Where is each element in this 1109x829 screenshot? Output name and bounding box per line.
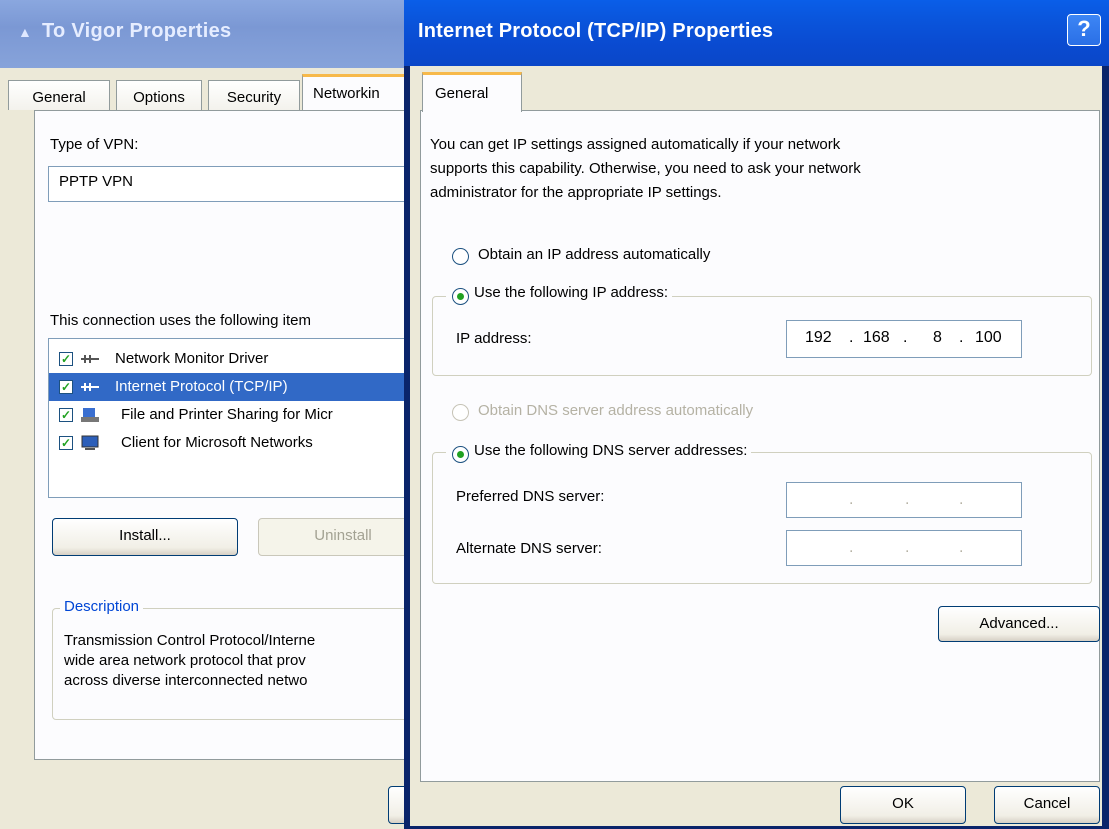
dialog-title: Internet Protocol (TCP/IP) Properties — [418, 20, 774, 42]
ok-button[interactable]: OK — [840, 786, 966, 824]
ip-octet: 192 — [805, 329, 832, 346]
alternate-dns-label: Alternate DNS server: — [456, 540, 602, 557]
help-icon[interactable]: ? — [1067, 14, 1101, 46]
vpn-properties-title-bar[interactable]: ▲ To Vigor Properties — [0, 0, 420, 68]
dialog-body: General You can get IP settings assigned… — [410, 66, 1102, 826]
list-item[interactable]: ✓ File and Printer Sharing for Micr — [49, 401, 419, 429]
checkbox[interactable]: ✓ — [59, 352, 73, 366]
checkbox[interactable]: ✓ — [59, 408, 73, 422]
tab-general[interactable]: General — [422, 72, 522, 112]
list-item-label: Internet Protocol (TCP/IP) — [115, 378, 288, 395]
tab-security[interactable]: Security — [208, 80, 300, 110]
checkbox[interactable]: ✓ — [59, 380, 73, 394]
tab-general[interactable]: General — [8, 80, 110, 110]
description-line: across diverse interconnected netwo — [64, 672, 308, 689]
list-item-label: Network Monitor Driver — [115, 350, 269, 367]
list-item[interactable]: ✓ Network Monitor Driver — [49, 345, 419, 373]
components-list[interactable]: ✓ Network Monitor Driver ✓ Internet Prot… — [48, 338, 420, 498]
ip-auto-label[interactable]: Obtain an IP address automatically — [478, 246, 710, 263]
vpn-type-label: Type of VPN: — [50, 136, 139, 153]
description-title: Description — [60, 598, 144, 615]
dns-dot: . — [959, 491, 964, 508]
cancel-button[interactable]: Cancel — [994, 786, 1100, 824]
list-item[interactable]: ✓ Client for Microsoft Networks — [49, 429, 419, 457]
intro-line: supports this capability. Otherwise, you… — [430, 160, 861, 177]
dns-auto-label[interactable]: Obtain DNS server address automatically — [478, 402, 753, 419]
ip-octet: 8 — [933, 329, 942, 346]
dns-manual-label[interactable]: Use the following DNS server addresses: — [446, 442, 752, 459]
ip-address-input[interactable]: 192 . 168 . 8 . 100 — [786, 320, 1022, 358]
dns-dot: . — [905, 491, 910, 508]
description-line: wide area network protocol that prov — [64, 652, 306, 669]
printer-sharing-icon — [81, 408, 99, 422]
dns-manual-radio[interactable] — [452, 446, 469, 463]
vpn-properties-window: ▲ To Vigor Properties General Options Se… — [0, 0, 432, 829]
advanced-button[interactable]: Advanced... — [938, 606, 1100, 642]
ip-octet: 168 — [863, 329, 890, 346]
list-item[interactable]: ✓ Internet Protocol (TCP/IP) — [49, 373, 419, 401]
tcpip-title-bar[interactable]: Internet Protocol (TCP/IP) Properties ? — [404, 0, 1109, 66]
checkbox[interactable]: ✓ — [59, 436, 73, 450]
alternate-dns-input[interactable]: . . . — [786, 530, 1022, 566]
description-line: Transmission Control Protocol/Interne — [64, 632, 316, 649]
ip-octet: 100 — [975, 329, 1002, 346]
dns-dot: . — [959, 539, 964, 556]
dns-dot: . — [849, 539, 854, 556]
uninstall-button[interactable]: Uninstall — [258, 518, 428, 556]
dns-dot: . — [905, 539, 910, 556]
ip-dot: . — [959, 329, 964, 346]
dns-dot: . — [849, 491, 854, 508]
network-component-icon — [81, 355, 99, 363]
vpn-type-select[interactable]: PPTP VPN — [48, 166, 420, 202]
computer-icon — [81, 435, 99, 450]
ip-manual-label[interactable]: Use the following IP address: — [446, 284, 672, 301]
list-item-label: File and Printer Sharing for Micr — [121, 406, 333, 423]
intro-line: You can get IP settings assigned automat… — [430, 136, 841, 153]
intro-line: administrator for the appropriate IP set… — [430, 184, 722, 201]
items-label: This connection uses the following item — [50, 312, 311, 329]
network-component-icon — [81, 383, 99, 391]
dns-auto-radio[interactable] — [452, 404, 469, 421]
preferred-dns-label: Preferred DNS server: — [456, 488, 605, 505]
ip-manual-radio[interactable] — [452, 288, 469, 305]
ip-dot: . — [903, 329, 908, 346]
tab-networking[interactable]: Networkin — [302, 74, 420, 111]
install-button[interactable]: Install... — [52, 518, 238, 556]
ip-auto-radio[interactable] — [452, 248, 469, 265]
connection-icon: ▲ — [18, 24, 32, 40]
preferred-dns-input[interactable]: . . . — [786, 482, 1022, 518]
tab-options[interactable]: Options — [116, 80, 202, 110]
ip-dot: . — [849, 329, 854, 346]
vpn-properties-title: To Vigor Properties — [42, 20, 232, 42]
ip-address-label: IP address: — [456, 330, 532, 347]
tcpip-properties-dialog: Internet Protocol (TCP/IP) Properties ? … — [404, 0, 1109, 829]
list-item-label: Client for Microsoft Networks — [121, 434, 313, 451]
